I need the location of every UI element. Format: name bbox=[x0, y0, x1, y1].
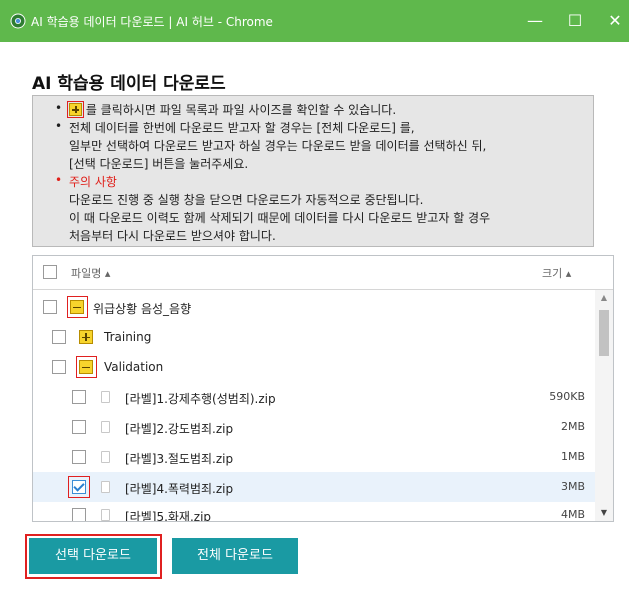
info-line-7: 이 때 다운로드 이력도 함께 삭제되기 때문에 데이터를 다시 다운로드 받고… bbox=[69, 211, 491, 225]
highlight-frame bbox=[68, 476, 90, 498]
close-button[interactable]: ✕ bbox=[601, 8, 629, 34]
row-checkbox[interactable] bbox=[72, 508, 86, 521]
file-label: [라벨]2.강도범죄.zip bbox=[125, 422, 234, 436]
column-header-size[interactable]: 크기 ▴ bbox=[542, 265, 571, 281]
bullet: • bbox=[55, 119, 63, 133]
info-line-2: 전체 데이터를 한번에 다운로드 받고자 할 경우는 [전체 다운로드] 를, bbox=[69, 121, 415, 135]
highlight-frame bbox=[67, 296, 88, 318]
file-size: 1MB bbox=[560, 450, 585, 463]
file-label: [라벨]3.절도범죄.zip bbox=[125, 452, 234, 466]
folder-label: Training bbox=[104, 330, 152, 344]
list-item[interactable]: [라벨]3.절도범죄.zip 1MB bbox=[33, 442, 595, 472]
file-label: [라벨]5.화재.zip bbox=[125, 510, 212, 522]
file-size: 3MB bbox=[560, 480, 585, 493]
maximize-button[interactable]: ☐ bbox=[561, 8, 589, 34]
highlight-frame bbox=[76, 356, 97, 378]
warning-title: 주의 사항 bbox=[69, 175, 117, 189]
list-item[interactable]: 위급상황 음성_음향 bbox=[33, 292, 595, 322]
all-download-button[interactable]: 전체 다운로드 bbox=[172, 538, 298, 574]
info-line-6: 다운로드 진행 중 실행 창을 닫으면 다운로드가 자동적으로 중단됩니다. bbox=[69, 193, 424, 207]
info-line-1: 를 클릭하시면 파일 목록과 파일 사이즈를 확인할 수 있습니다. bbox=[67, 101, 397, 118]
file-icon bbox=[101, 391, 110, 403]
row-checkbox[interactable] bbox=[72, 420, 86, 434]
bullet: • bbox=[55, 173, 63, 187]
info-line-3: 일부만 선택하여 다운로드 받고자 하실 경우는 다운로드 받을 데이터를 선택… bbox=[69, 139, 487, 153]
list-item[interactable]: [라벨]2.강도범죄.zip 2MB bbox=[33, 412, 595, 442]
file-icon bbox=[101, 421, 110, 433]
file-size: 4MB bbox=[560, 508, 585, 521]
row-checkbox[interactable] bbox=[72, 450, 86, 464]
row-checkbox[interactable] bbox=[72, 390, 86, 404]
row-checkbox[interactable] bbox=[52, 330, 66, 344]
folder-label: 위급상황 음성_음향 bbox=[93, 302, 192, 316]
info-line-8: 처음부터 다시 다운로드 받으셔야 합니다. bbox=[69, 229, 276, 243]
window-titlebar: AI 학습용 데이터 다운로드 | AI 허브 - Chrome — ☐ ✕ bbox=[0, 0, 629, 42]
list-item[interactable]: [라벨]4.폭력범죄.zip 3MB bbox=[33, 472, 595, 502]
list-header: 파일명 ▴ 크기 ▴ bbox=[33, 256, 613, 290]
bullet: • bbox=[55, 101, 63, 115]
info-line-4: [선택 다운로드] 버튼을 눌러주세요. bbox=[69, 157, 249, 171]
selected-download-button[interactable]: 선택 다운로드 bbox=[29, 538, 157, 574]
window-title: AI 학습용 데이터 다운로드 | AI 허브 - Chrome bbox=[31, 15, 273, 29]
list-item[interactable]: [라벨]5.화재.zip 4MB bbox=[33, 502, 595, 522]
scroll-up-arrow-icon[interactable]: ▲ bbox=[595, 290, 613, 306]
file-label: [라벨]4.폭력범죄.zip bbox=[125, 482, 234, 496]
list-item[interactable]: Validation bbox=[33, 352, 595, 382]
file-size: 2MB bbox=[560, 420, 585, 433]
scroll-thumb[interactable] bbox=[599, 310, 609, 356]
file-size: 590KB bbox=[549, 390, 585, 403]
info-box: • 를 클릭하시면 파일 목록과 파일 사이즈를 확인할 수 있습니다. • 전… bbox=[32, 95, 594, 247]
column-header-name[interactable]: 파일명 ▴ bbox=[71, 265, 110, 281]
list-item[interactable]: Training bbox=[33, 322, 595, 352]
file-list: 파일명 ▴ 크기 ▴ 위급상황 음성_음향 Training Validatio… bbox=[32, 255, 614, 522]
row-checkbox[interactable] bbox=[43, 300, 57, 314]
expand-plus-icon[interactable] bbox=[79, 330, 93, 344]
file-label: [라벨]1.강제추행(성범죄).zip bbox=[125, 392, 276, 406]
file-icon bbox=[101, 451, 110, 463]
folder-label: Validation bbox=[104, 360, 164, 374]
list-item[interactable]: [라벨]1.강제추행(성범죄).zip 590KB bbox=[33, 382, 595, 412]
minimize-button[interactable]: — bbox=[521, 8, 549, 34]
file-icon bbox=[101, 481, 110, 493]
row-checkbox[interactable] bbox=[52, 360, 66, 374]
page-title: AI 학습용 데이터 다운로드 bbox=[32, 74, 226, 94]
list-scrollbar[interactable]: ▲ ▼ bbox=[595, 290, 613, 521]
scroll-down-arrow-icon[interactable]: ▼ bbox=[595, 505, 613, 521]
select-all-checkbox[interactable] bbox=[43, 265, 57, 279]
expand-plus-icon bbox=[67, 101, 84, 118]
file-icon bbox=[101, 509, 110, 521]
info-line-1-text: 를 클릭하시면 파일 목록과 파일 사이즈를 확인할 수 있습니다. bbox=[85, 103, 397, 117]
chrome-icon bbox=[10, 13, 26, 29]
